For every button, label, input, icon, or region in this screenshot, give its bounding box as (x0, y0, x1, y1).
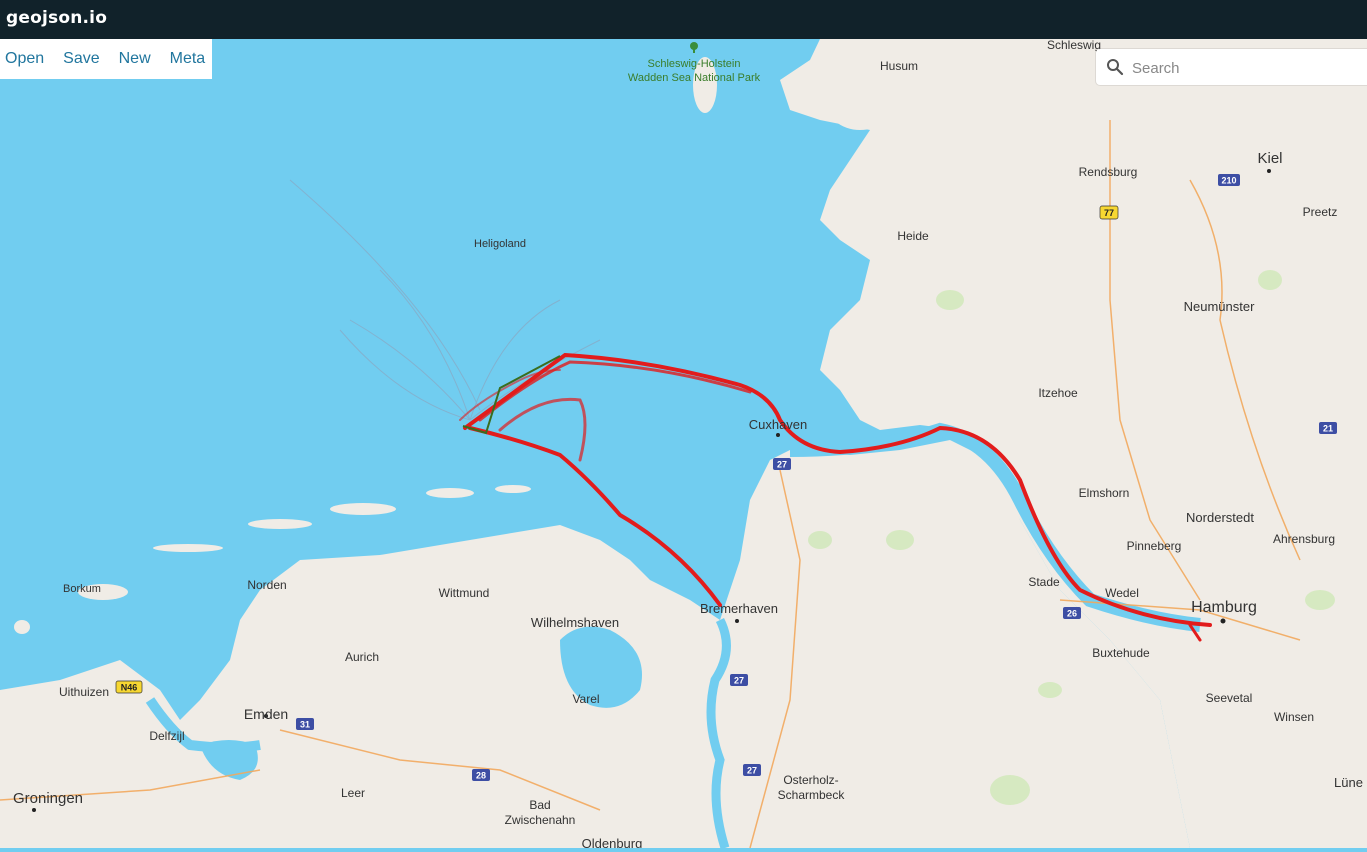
map-canvas[interactable]: 210 77 21 27 26 27 27 N46 31 28 Schleswi… (0, 38, 1367, 851)
file-menu: Open Save New Meta (0, 39, 212, 79)
label-borkum: Borkum (63, 583, 101, 595)
label-rendsburg: Rendsburg (1079, 165, 1138, 179)
label-buxtehude: Buxtehude (1092, 646, 1150, 660)
svg-text:27: 27 (734, 676, 744, 686)
app-title: geojson.io (6, 8, 108, 28)
svg-text:N46: N46 (121, 683, 138, 693)
label-norderstedt: Norderstedt (1186, 510, 1254, 525)
label-uithuizen: Uithuizen (59, 685, 109, 699)
label-bad: Bad (529, 798, 550, 812)
highway-shield: 77 (1099, 205, 1119, 220)
label-park-line2: Wadden Sea National Park (628, 72, 761, 84)
label-osterholz: Osterholz- (783, 773, 838, 787)
menu-meta-button[interactable]: Meta (170, 50, 206, 68)
label-pinneberg: Pinneberg (1127, 539, 1182, 553)
svg-text:21: 21 (1323, 424, 1333, 434)
label-heide: Heide (897, 229, 929, 243)
search-input[interactable] (1130, 55, 1354, 81)
label-neumunster: Neumünster (1184, 299, 1255, 314)
label-park-line1: Schleswig-Holstein (648, 58, 741, 70)
menu-new-button[interactable]: New (119, 50, 151, 68)
label-winsen: Winsen (1274, 710, 1314, 724)
label-emden: Emden (244, 706, 288, 722)
label-varel: Varel (572, 692, 599, 706)
label-preetz: Preetz (1303, 205, 1338, 219)
label-heligoland: Heligoland (474, 238, 526, 250)
svg-text:28: 28 (476, 771, 486, 781)
label-seevetal: Seevetal (1206, 691, 1253, 705)
highway-shield: 28 (472, 769, 490, 781)
label-bremerhaven: Bremerhaven (700, 601, 778, 616)
label-elmshorn: Elmshorn (1079, 486, 1130, 500)
label-delfzijl: Delfzijl (149, 729, 184, 743)
label-luneburg: Lüne (1334, 775, 1363, 790)
highway-shield: 27 (773, 458, 791, 470)
label-wedel: Wedel (1105, 586, 1139, 600)
label-norden: Norden (247, 578, 286, 592)
highway-shield: 21 (1319, 422, 1337, 434)
svg-text:26: 26 (1067, 609, 1077, 619)
label-groningen: Groningen (13, 790, 83, 807)
svg-text:77: 77 (1104, 208, 1114, 218)
highway-shield: 31 (296, 718, 314, 730)
menu-open-button[interactable]: Open (5, 50, 44, 68)
label-husum: Husum (880, 59, 918, 73)
highway-shield: 27 (730, 674, 748, 686)
label-aurich: Aurich (345, 650, 379, 664)
highway-shield: 27 (743, 764, 761, 776)
svg-text:31: 31 (300, 720, 310, 730)
top-bar: geojson.io (0, 0, 1367, 39)
label-stade: Stade (1028, 575, 1060, 589)
highway-shield: 210 (1218, 174, 1240, 186)
highway-shield: 26 (1063, 607, 1081, 619)
label-oldenburg: Oldenburg (582, 836, 643, 848)
search-box (1096, 49, 1367, 85)
svg-text:210: 210 (1221, 176, 1236, 186)
svg-text:27: 27 (747, 766, 757, 776)
svg-text:27: 27 (777, 460, 787, 470)
label-schleswig: Schleswig (1047, 39, 1101, 52)
label-kiel: Kiel (1257, 150, 1282, 167)
search-icon (1107, 59, 1124, 76)
label-leer: Leer (341, 786, 365, 800)
label-hamburg: Hamburg (1191, 599, 1257, 616)
highway-shield: N46 (115, 680, 143, 694)
label-ahrensburg: Ahrensburg (1273, 532, 1335, 546)
label-wilhelmshaven: Wilhelmshaven (531, 615, 619, 630)
label-itzehoe: Itzehoe (1038, 386, 1078, 400)
label-scharmbeck: Scharmbeck (778, 788, 846, 802)
label-cuxhaven: Cuxhaven (749, 417, 808, 432)
label-wittmund: Wittmund (439, 586, 490, 600)
label-zwischenahn: Zwischenahn (505, 813, 576, 827)
menu-save-button[interactable]: Save (63, 50, 99, 68)
